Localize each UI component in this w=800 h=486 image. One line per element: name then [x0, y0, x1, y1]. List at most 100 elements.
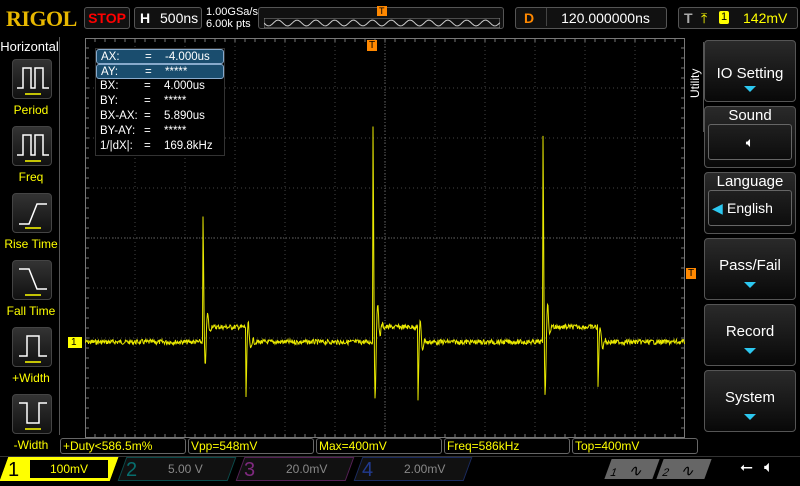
generator-number: 1 — [608, 467, 619, 479]
measure-period-button[interactable] — [12, 59, 52, 99]
cursor-value: 169.8kHz — [164, 140, 213, 152]
measure-label: Freq — [18, 170, 44, 184]
sample-rate: 1.00GSa/s — [206, 6, 258, 18]
cursor-row[interactable]: AY: = ***** — [96, 64, 224, 79]
cursor-value: ***** — [164, 125, 187, 137]
delay-box[interactable]: D 120.000000ns — [515, 7, 667, 29]
negative-width-icon — [19, 402, 47, 430]
measure-label: -Width — [13, 438, 49, 452]
measure-label: Rise Time — [4, 237, 58, 251]
measure-label: Period — [13, 103, 49, 117]
channel-number: 1 — [8, 459, 20, 481]
cursor-value: ***** — [165, 66, 188, 78]
cursor-eq: = — [144, 95, 151, 107]
memory-overview[interactable]: T — [258, 6, 504, 29]
period-icon — [17, 67, 49, 95]
delay-value: 120.000000ns — [546, 8, 664, 26]
memory-waveform-icon — [264, 18, 500, 28]
fall-time-icon — [19, 268, 47, 296]
measure-rise-time-button[interactable] — [12, 193, 52, 233]
cursor-eq: = — [144, 80, 151, 92]
cursor-key: BX-AX: — [100, 110, 138, 122]
memory-depth: 6.00k pts — [206, 18, 251, 30]
system-button[interactable]: System — [704, 370, 796, 432]
cursor-eq: = — [144, 125, 151, 137]
record-label: Record — [725, 323, 775, 340]
trigger-time-marker[interactable]: T — [367, 40, 378, 51]
cursor-row: 1/|dX|: = 169.8kHz — [96, 139, 224, 154]
timebase-value: 500ns — [160, 10, 199, 26]
cursor-value: -4.000us — [165, 51, 210, 63]
run-stop-button[interactable]: STOP — [84, 7, 130, 29]
sound-button[interactable]: Sound 🔈︎ — [704, 106, 796, 168]
measurement-item[interactable]: Max=400mV — [316, 438, 442, 454]
trigger-box[interactable]: T ⤒ 1 142mV — [678, 7, 798, 29]
cursor-value: 4.000us — [164, 80, 205, 92]
positive-width-icon — [19, 335, 47, 363]
sine-wave-icon: ∿ — [678, 463, 698, 480]
cursor-key: BX: — [100, 80, 119, 92]
rising-edge-icon: ⤒ — [701, 10, 708, 26]
measure-width-button[interactable] — [12, 394, 52, 434]
utility-tab-label: Utility — [688, 68, 702, 98]
language-button[interactable]: Language ◀ English — [704, 172, 796, 234]
cursor-eq: = — [145, 51, 152, 63]
measurement-item[interactable]: Top=400mV — [572, 438, 698, 454]
cursor-eq: = — [144, 110, 151, 122]
usb-icon: ⭠ — [740, 459, 753, 476]
trigger-level: 142mV — [743, 10, 788, 26]
trigger-level-marker[interactable]: T — [686, 268, 697, 279]
cursor-key: AY: — [101, 66, 119, 78]
record-button[interactable]: Record — [704, 304, 796, 366]
cursor-row: BY-AY: = ***** — [96, 124, 224, 139]
channel-number: 4 — [362, 459, 374, 481]
cursor-key: 1/|dX|: — [100, 140, 133, 152]
cursor-eq: = — [144, 140, 151, 152]
io-setting-button[interactable]: IO Setting — [704, 40, 796, 102]
measure-freq-button[interactable] — [12, 126, 52, 166]
h-label: H — [140, 10, 151, 26]
speaker-muted-icon: 🔈︎ — [764, 459, 774, 476]
system-label: System — [724, 389, 775, 406]
rise-time-icon — [19, 203, 47, 229]
trigger-label: T — [684, 10, 693, 26]
channel-scale: 100mV — [30, 460, 108, 478]
channel-number: 3 — [244, 459, 256, 481]
measurement-item[interactable]: Freq=586kHz — [444, 438, 570, 454]
pass-fail-label: Pass/Fail — [719, 257, 781, 274]
io-setting-label: IO Setting — [716, 65, 784, 82]
trigger-source: 1 — [719, 11, 730, 24]
cursor-key: AX: — [101, 51, 120, 63]
sine-wave-icon: ∿ — [626, 463, 646, 480]
measurement-item[interactable]: +Duty<586.5m% — [60, 438, 186, 454]
generator-1-button[interactable]: 1 ∿ — [604, 459, 660, 480]
speaker-muted-icon: 🔈︎ — [708, 124, 792, 160]
horizontal-menu: Horizontal Period Freq Rise Time Fall Time +… — [0, 37, 60, 452]
measurement-bar: +Duty<586.5m% Vpp=548mV Max=400mV Freq=586k… — [60, 438, 700, 454]
pass-fail-button[interactable]: Pass/Fail — [704, 238, 796, 300]
ch1-offset-marker[interactable]: 1 — [68, 337, 82, 348]
utility-tab: Utility — [688, 42, 704, 132]
generator-2-button[interactable]: 2 ∿ — [656, 459, 712, 480]
measure-fall-time-button[interactable] — [12, 260, 52, 300]
submenu-arrow-icon — [744, 414, 756, 420]
trigger-position-marker: T — [377, 6, 387, 16]
cursor-value: 5.890us — [164, 110, 205, 122]
cursor-row: BX: = 4.000us — [96, 79, 224, 94]
channel-scale: 5.00 V — [168, 462, 203, 476]
measurement-item[interactable]: Vpp=548mV — [188, 438, 314, 454]
submenu-arrow-icon — [744, 282, 756, 288]
measure-label: +Width — [12, 371, 50, 385]
cursor-readout: AX: = -4.000us AY: = ***** BX: = 4.000us BY: = ****… — [95, 48, 225, 156]
freq-icon — [17, 134, 49, 162]
generator-number: 2 — [660, 467, 671, 479]
cursor-row[interactable]: AX: = -4.000us — [96, 49, 224, 64]
timebase-box[interactable]: H 500ns — [134, 7, 202, 29]
cursor-key: BY-AY: — [100, 125, 136, 137]
delay-label: D — [524, 10, 535, 26]
cursor-row: BX-AX: = 5.890us — [96, 109, 224, 124]
cursor-eq: = — [145, 66, 152, 78]
measure-width-button[interactable] — [12, 327, 52, 367]
channel-bar: ⭠ 🔈︎ 1 100mV 2 5.00 V 3 20.0mV 4 2.00mV 1 ∿ 2 ∿ — [0, 456, 800, 481]
language-label: Language — [716, 173, 784, 190]
